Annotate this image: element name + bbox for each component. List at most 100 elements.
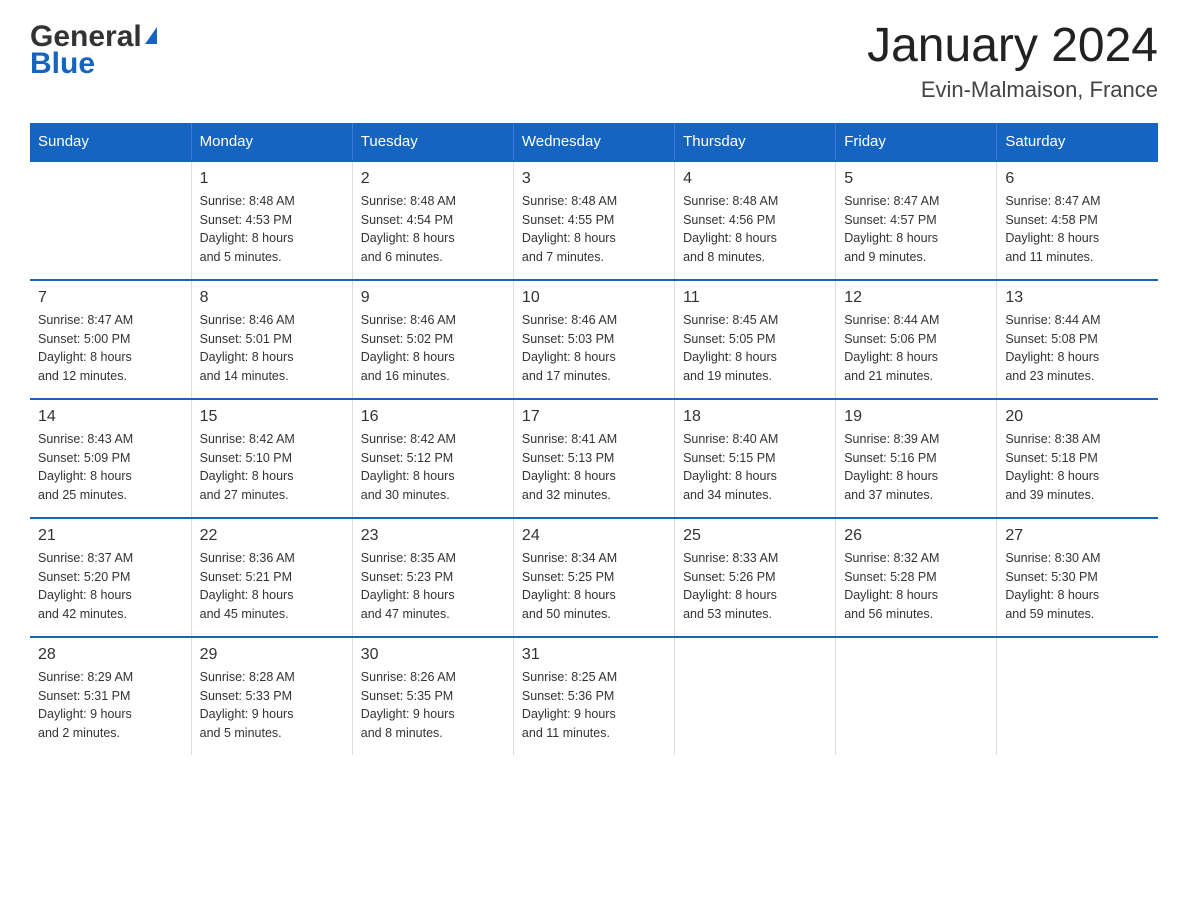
day-number: 29 [200,646,344,664]
logo-triangle-icon [145,27,157,44]
day-number: 3 [522,170,666,188]
day-info: Sunrise: 8:43 AMSunset: 5:09 PMDaylight:… [38,430,183,505]
day-cell: 22 Sunrise: 8:36 AMSunset: 5:21 PMDayligh… [191,518,352,637]
day-info: Sunrise: 8:29 AMSunset: 5:31 PMDaylight:… [38,668,183,743]
day-number: 7 [38,289,183,307]
day-info: Sunrise: 8:46 AMSunset: 5:01 PMDaylight:… [200,311,344,386]
logo-blue: Blue [30,49,95,79]
day-info: Sunrise: 8:44 AMSunset: 5:06 PMDaylight:… [844,311,988,386]
day-number: 25 [683,527,827,545]
title-block: January 2024 Evin-Malmaison, France [867,20,1158,103]
day-cell: 18Sunrise: 8:40 AMSunset: 5:15 PMDayligh… [675,399,836,518]
day-cell: 2Sunrise: 8:48 AMSunset: 4:54 PMDaylight… [352,161,513,280]
header-cell-tuesday: Tuesday [352,123,513,161]
calendar-body: 1 Sunrise: 8:48 AMSunset: 4:53 PMDaylight… [30,161,1158,755]
day-cell: 31Sunrise: 8:25 AMSunset: 5:36 PMDayligh… [513,637,674,755]
day-number: 14 [38,408,183,426]
week-row-3: 14 Sunrise: 8:43 AMSunset: 5:09 PMDayligh… [30,399,1158,518]
day-number: 6 [1005,170,1150,188]
day-cell: 11 Sunrise: 8:45 AMSunset: 5:05 PMDayligh… [675,280,836,399]
day-number: 13 [1005,289,1150,307]
day-number: 17 [522,408,666,426]
week-row-2: 7Sunrise: 8:47 AMSunset: 5:00 PMDaylight… [30,280,1158,399]
logo: General Blue [30,20,157,79]
day-cell: 3Sunrise: 8:48 AMSunset: 4:55 PMDaylight… [513,161,674,280]
day-number: 12 [844,289,988,307]
day-info: Sunrise: 8:30 AMSunset: 5:30 PMDaylight:… [1005,549,1150,624]
day-info: Sunrise: 8:42 AMSunset: 5:10 PMDaylight:… [200,430,344,505]
day-cell: 7Sunrise: 8:47 AMSunset: 5:00 PMDaylight… [30,280,191,399]
header-cell-monday: Monday [191,123,352,161]
day-info: Sunrise: 8:34 AMSunset: 5:25 PMDaylight:… [522,549,666,624]
header-cell-wednesday: Wednesday [513,123,674,161]
day-cell [675,637,836,755]
day-info: Sunrise: 8:44 AMSunset: 5:08 PMDaylight:… [1005,311,1150,386]
page-title: January 2024 [867,20,1158,73]
day-number: 23 [361,527,505,545]
day-cell: 25Sunrise: 8:33 AMSunset: 5:26 PMDayligh… [675,518,836,637]
day-number: 30 [361,646,505,664]
day-number: 4 [683,170,827,188]
day-info: Sunrise: 8:45 AMSunset: 5:05 PMDaylight:… [683,311,827,386]
day-number: 26 [844,527,988,545]
day-number: 1 [200,170,344,188]
day-info: Sunrise: 8:39 AMSunset: 5:16 PMDaylight:… [844,430,988,505]
day-info: Sunrise: 8:25 AMSunset: 5:36 PMDaylight:… [522,668,666,743]
day-number: 24 [522,527,666,545]
day-info: Sunrise: 8:35 AMSunset: 5:23 PMDaylight:… [361,549,505,624]
day-cell: 17 Sunrise: 8:41 AMSunset: 5:13 PMDayligh… [513,399,674,518]
day-cell: 24 Sunrise: 8:34 AMSunset: 5:25 PMDayligh… [513,518,674,637]
calendar-table: SundayMondayTuesdayWednesdayThursdayFrid… [30,123,1158,755]
day-cell: 20 Sunrise: 8:38 AMSunset: 5:18 PMDayligh… [997,399,1158,518]
day-cell: 1 Sunrise: 8:48 AMSunset: 4:53 PMDaylight… [191,161,352,280]
day-info: Sunrise: 8:40 AMSunset: 5:15 PMDaylight:… [683,430,827,505]
day-info: Sunrise: 8:48 AMSunset: 4:53 PMDaylight:… [200,192,344,267]
header-cell-sunday: Sunday [30,123,191,161]
day-cell: 21 Sunrise: 8:37 AMSunset: 5:20 PMDayligh… [30,518,191,637]
day-cell: 15 Sunrise: 8:42 AMSunset: 5:10 PMDayligh… [191,399,352,518]
day-cell: 23 Sunrise: 8:35 AMSunset: 5:23 PMDayligh… [352,518,513,637]
day-cell: 29Sunrise: 8:28 AMSunset: 5:33 PMDayligh… [191,637,352,755]
day-info: Sunrise: 8:48 AMSunset: 4:56 PMDaylight:… [683,192,827,267]
day-number: 20 [1005,408,1150,426]
day-cell [30,161,191,280]
day-info: Sunrise: 8:46 AMSunset: 5:02 PMDaylight:… [361,311,505,386]
day-number: 16 [361,408,505,426]
week-row-5: 28 Sunrise: 8:29 AMSunset: 5:31 PMDayligh… [30,637,1158,755]
day-info: Sunrise: 8:47 AMSunset: 4:58 PMDaylight:… [1005,192,1150,267]
day-cell: 6 Sunrise: 8:47 AMSunset: 4:58 PMDaylight… [997,161,1158,280]
day-info: Sunrise: 8:36 AMSunset: 5:21 PMDaylight:… [200,549,344,624]
day-info: Sunrise: 8:26 AMSunset: 5:35 PMDaylight:… [361,668,505,743]
day-number: 22 [200,527,344,545]
day-info: Sunrise: 8:41 AMSunset: 5:13 PMDaylight:… [522,430,666,505]
day-cell: 30 Sunrise: 8:26 AMSunset: 5:35 PMDayligh… [352,637,513,755]
day-cell: 12 Sunrise: 8:44 AMSunset: 5:06 PMDayligh… [836,280,997,399]
day-number: 28 [38,646,183,664]
week-row-1: 1 Sunrise: 8:48 AMSunset: 4:53 PMDaylight… [30,161,1158,280]
calendar-header: SundayMondayTuesdayWednesdayThursdayFrid… [30,123,1158,161]
header-row: SundayMondayTuesdayWednesdayThursdayFrid… [30,123,1158,161]
day-cell: 5Sunrise: 8:47 AMSunset: 4:57 PMDaylight… [836,161,997,280]
day-cell: 4 Sunrise: 8:48 AMSunset: 4:56 PMDaylight… [675,161,836,280]
day-number: 11 [683,289,827,307]
day-info: Sunrise: 8:42 AMSunset: 5:12 PMDaylight:… [361,430,505,505]
day-cell: 19Sunrise: 8:39 AMSunset: 5:16 PMDayligh… [836,399,997,518]
day-number: 21 [38,527,183,545]
day-info: Sunrise: 8:47 AMSunset: 4:57 PMDaylight:… [844,192,988,267]
header-cell-saturday: Saturday [997,123,1158,161]
header-cell-thursday: Thursday [675,123,836,161]
day-cell [836,637,997,755]
header-cell-friday: Friday [836,123,997,161]
day-number: 15 [200,408,344,426]
day-cell: 10Sunrise: 8:46 AMSunset: 5:03 PMDayligh… [513,280,674,399]
day-cell: 27Sunrise: 8:30 AMSunset: 5:30 PMDayligh… [997,518,1158,637]
day-info: Sunrise: 8:46 AMSunset: 5:03 PMDaylight:… [522,311,666,386]
day-cell: 28 Sunrise: 8:29 AMSunset: 5:31 PMDayligh… [30,637,191,755]
day-cell: 8 Sunrise: 8:46 AMSunset: 5:01 PMDaylight… [191,280,352,399]
day-number: 9 [361,289,505,307]
day-cell: 9 Sunrise: 8:46 AMSunset: 5:02 PMDaylight… [352,280,513,399]
day-number: 8 [200,289,344,307]
day-info: Sunrise: 8:37 AMSunset: 5:20 PMDaylight:… [38,549,183,624]
day-info: Sunrise: 8:48 AMSunset: 4:54 PMDaylight:… [361,192,505,267]
day-info: Sunrise: 8:38 AMSunset: 5:18 PMDaylight:… [1005,430,1150,505]
